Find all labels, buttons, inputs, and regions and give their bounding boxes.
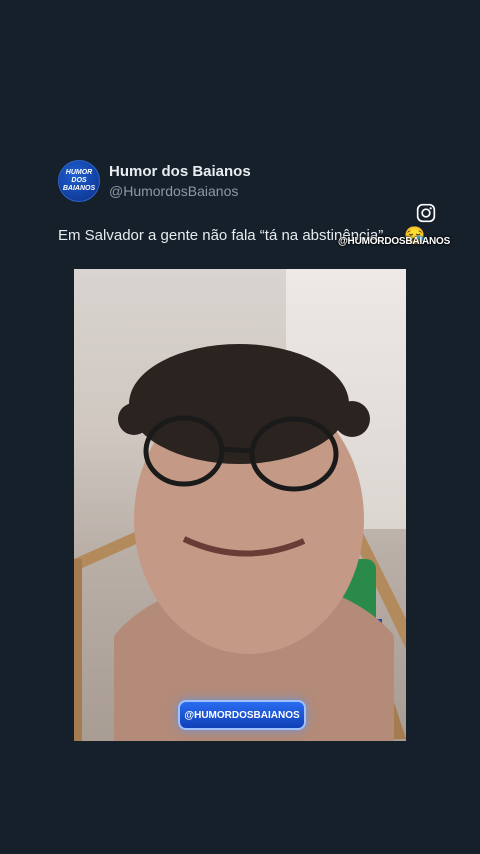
author-info: Humor dos Baianos @HumordosBaianos bbox=[109, 163, 251, 199]
video-player[interactable]: @HUMORDOSBAIANOS bbox=[74, 269, 406, 741]
person-figure bbox=[114, 344, 394, 741]
instagram-icon bbox=[416, 203, 436, 223]
post-text: Em Salvador a gente não fala “tá na abst… bbox=[58, 227, 384, 244]
user-handle[interactable]: @HumordosBaianos bbox=[109, 183, 251, 199]
avatar-text-line1: HUMOR bbox=[65, 169, 93, 176]
watermark-handle: @HUMORDOSBAIANOS bbox=[338, 236, 451, 247]
avatar-text-line2: DOS bbox=[71, 177, 87, 184]
display-name[interactable]: Humor dos Baianos bbox=[109, 163, 251, 180]
video-handle-badge: @HUMORDOSBAIANOS bbox=[178, 700, 306, 730]
avatar-text-line3: BAIANOS bbox=[62, 185, 96, 192]
avatar[interactable]: HUMOR DOS BAIANOS bbox=[58, 160, 100, 202]
tweet-header: HUMOR DOS BAIANOS Humor dos Baianos @Hum… bbox=[58, 160, 251, 202]
